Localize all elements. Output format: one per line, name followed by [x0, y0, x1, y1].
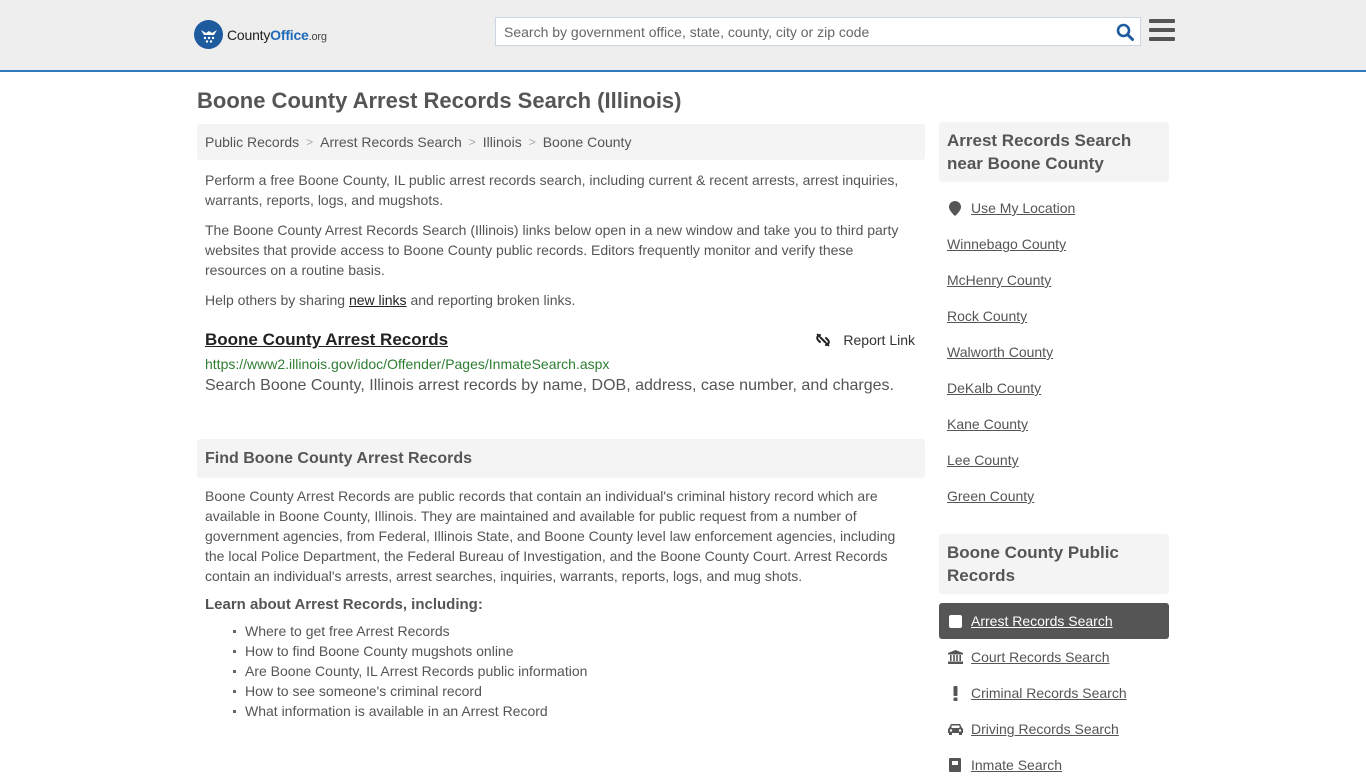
courthouse-icon: [947, 650, 963, 664]
sidebar-item-criminal-records[interactable]: Criminal Records Search: [939, 675, 1169, 711]
sidebar-link[interactable]: Criminal Records Search: [971, 685, 1127, 701]
list-item: Are Boone County, IL Arrest Records publ…: [233, 661, 925, 681]
find-section-body: Boone County Arrest Records are public r…: [205, 488, 896, 584]
logo-eagle-icon: [194, 20, 223, 49]
sidebar-item-court-records[interactable]: Court Records Search: [939, 639, 1169, 675]
logo-text: CountyOffice.org: [227, 26, 327, 43]
nearby-county-link[interactable]: Rock County: [947, 308, 1027, 324]
sidebar-item-arrest-records[interactable]: Arrest Records Search: [939, 603, 1169, 639]
list-item: Where to get free Arrest Records: [233, 621, 925, 641]
hamburger-menu-icon[interactable]: [1149, 19, 1175, 41]
site-logo[interactable]: CountyOffice.org: [194, 20, 327, 49]
search-icon: [1116, 23, 1134, 41]
sidebar-link[interactable]: Court Records Search: [971, 649, 1110, 665]
share-paragraph: Help others by sharing new links and rep…: [205, 292, 576, 308]
list-item: What information is available in an Arre…: [233, 701, 925, 721]
nearby-counties-list: Use My Location Winnebago County McHenry…: [939, 190, 1169, 514]
sidebar: Arrest Records Search near Boone County …: [939, 122, 1169, 783]
sidebar-item-driving-records[interactable]: Driving Records Search: [939, 711, 1169, 747]
nearby-county-item[interactable]: McHenry County: [939, 262, 1169, 298]
nearby-county-item[interactable]: Rock County: [939, 298, 1169, 334]
learn-list: Where to get free Arrest Records How to …: [197, 621, 925, 721]
sidebar-link[interactable]: Arrest Records Search: [971, 613, 1113, 629]
sidebar-link[interactable]: Inmate Search: [971, 757, 1062, 773]
inmate-icon: [947, 758, 963, 772]
search-input[interactable]: [496, 18, 1110, 45]
report-link-button[interactable]: Report Link: [815, 332, 915, 348]
nearby-county-item[interactable]: Kane County: [939, 406, 1169, 442]
breadcrumb-separator: >: [306, 135, 314, 149]
nearby-county-link[interactable]: Winnebago County: [947, 236, 1066, 252]
learn-heading: Learn about Arrest Records, including:: [205, 596, 483, 613]
breadcrumb-separator: >: [468, 135, 476, 149]
search-bar: [495, 17, 1141, 46]
nearby-county-item[interactable]: Lee County: [939, 442, 1169, 478]
search-button[interactable]: [1110, 18, 1140, 45]
breadcrumb-public-records[interactable]: Public Records: [205, 134, 299, 150]
result-url: https://www2.illinois.gov/idoc/Offender/…: [205, 356, 610, 372]
breadcrumb: Public Records > Arrest Records Search >…: [197, 124, 925, 160]
sidebar-link[interactable]: Driving Records Search: [971, 721, 1119, 737]
nearby-county-link[interactable]: Kane County: [947, 416, 1028, 432]
sidebar-item-inmate-search[interactable]: Inmate Search: [939, 747, 1169, 783]
nearby-county-link[interactable]: McHenry County: [947, 272, 1051, 288]
use-my-location-item[interactable]: Use My Location: [939, 190, 1169, 226]
nearby-county-link[interactable]: Walworth County: [947, 344, 1053, 360]
public-records-heading: Boone County Public Records: [939, 534, 1169, 594]
nearby-county-item[interactable]: DeKalb County: [939, 370, 1169, 406]
map-pin-icon: [947, 200, 963, 216]
breadcrumb-separator: >: [528, 135, 536, 149]
search-result: Boone County Arrest Records Report Link …: [197, 330, 925, 395]
nearby-county-link[interactable]: DeKalb County: [947, 380, 1041, 396]
nearby-county-item[interactable]: Green County: [939, 478, 1169, 514]
breadcrumb-boone-county[interactable]: Boone County: [543, 134, 632, 150]
result-title-link[interactable]: Boone County Arrest Records: [205, 330, 448, 349]
list-item: How to see someone's criminal record: [233, 681, 925, 701]
use-my-location-link[interactable]: Use My Location: [971, 200, 1075, 216]
site-header: CountyOffice.org: [0, 0, 1366, 72]
page-title: Boone County Arrest Records Search (Illi…: [197, 88, 682, 113]
nearby-county-item[interactable]: Walworth County: [939, 334, 1169, 370]
nearby-county-link[interactable]: Green County: [947, 488, 1034, 504]
broken-link-icon: [816, 333, 831, 347]
find-section-heading: Find Boone County Arrest Records: [197, 439, 925, 478]
nearby-county-item[interactable]: Winnebago County: [939, 226, 1169, 262]
near-heading: Arrest Records Search near Boone County: [939, 122, 1169, 182]
intro-paragraph: Perform a free Boone County, IL public a…: [205, 172, 899, 208]
breadcrumb-illinois[interactable]: Illinois: [483, 134, 522, 150]
list-item: How to find Boone County mugshots online: [233, 641, 925, 661]
new-links-link[interactable]: new links: [349, 292, 407, 308]
main-content: Public Records > Arrest Records Search >…: [197, 124, 925, 721]
breadcrumb-arrest-records-search[interactable]: Arrest Records Search: [320, 134, 462, 150]
public-records-list: Arrest Records Search Court Records Sear…: [939, 603, 1169, 783]
disclaimer-paragraph: The Boone County Arrest Records Search (…: [205, 222, 899, 278]
nearby-county-link[interactable]: Lee County: [947, 452, 1019, 468]
result-description: Search Boone County, Illinois arrest rec…: [205, 377, 894, 394]
square-icon: [947, 614, 963, 628]
exclamation-icon: [947, 685, 963, 701]
car-icon: [947, 723, 963, 735]
